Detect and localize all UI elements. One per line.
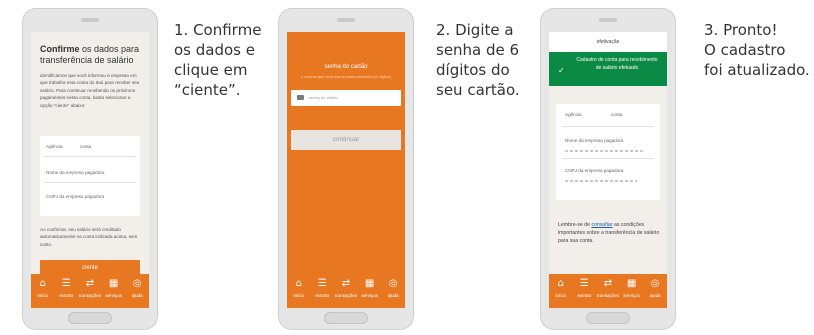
card-password-input[interactable]: senha do cartão — [291, 90, 401, 106]
divider — [562, 158, 654, 159]
tab-transacoes[interactable]: ⇄ transações — [597, 278, 619, 298]
step-2-caption: 2. Digite a senha de 6 dígitos do seu ca… — [436, 21, 520, 99]
phone-speaker — [337, 18, 355, 22]
tab-inicio[interactable]: ⌂ início — [550, 278, 572, 298]
home-icon: ⌂ — [295, 278, 302, 289]
success-screen: efetivação ✓ Cadastro de conta para rece… — [549, 32, 667, 308]
statement-icon: ☰ — [317, 278, 327, 289]
step-1-caption: 1. Confirme os dados e clique em “ciente… — [174, 21, 262, 99]
blurred-value — [565, 150, 645, 152]
phone-home-button — [324, 312, 368, 324]
transactions-icon: ⇄ — [603, 278, 613, 289]
tab-servicos[interactable]: ▦ serviços — [359, 278, 381, 298]
tab-inicio[interactable]: ⌂ início — [288, 278, 310, 298]
tab-extrato[interactable]: ☰ extrato — [573, 278, 595, 298]
success-banner-text: Cadastro de conta para recebimento de sa… — [576, 57, 658, 71]
tab-ajuda[interactable]: ◎ ajuda — [644, 278, 666, 298]
agencia-label: Agência — [565, 112, 582, 117]
password-title: senha do cartão — [324, 64, 368, 70]
account-details-card: Agência conta Nome da empresa pagadora C… — [556, 104, 660, 200]
agencia-label: Agência — [46, 144, 63, 149]
blurred-value — [565, 180, 637, 182]
phone-speaker — [599, 18, 617, 22]
phone-home-button — [586, 312, 630, 324]
tab-extrato[interactable]: ☰ extrato — [311, 278, 333, 298]
transactions-icon: ⇄ — [85, 278, 95, 289]
password-placeholder: senha do cartão — [309, 95, 338, 100]
tab-servicos[interactable]: ▦ serviços — [103, 278, 125, 298]
card-icon — [297, 95, 304, 100]
help-icon: ◎ — [650, 278, 660, 289]
cnpj-label: CNPJ da empresa pagadora — [46, 194, 105, 199]
tab-transacoes[interactable]: ⇄ transações — [335, 278, 357, 298]
step-3-caption: 3. Pronto! O cadastro foi atualizado. — [704, 21, 810, 79]
account-details-card: Agência conta Nome da empresa pagadora C… — [40, 136, 140, 216]
tab-extrato[interactable]: ☰ extrato — [55, 278, 77, 298]
continuar-button[interactable]: continuar — [291, 130, 401, 150]
help-icon: ◎ — [132, 278, 142, 289]
phone-step-1: Confirme os dados para transferência de … — [22, 8, 158, 330]
home-icon: ⌂ — [39, 278, 46, 289]
tab-ajuda[interactable]: ◎ ajuda — [382, 278, 404, 298]
password-screen: senha do cartão a mesma que você usa no … — [287, 32, 405, 308]
bottom-tabbar: ⌂ início ☰ extrato ⇄ transações ▦ serviços ◎… — [549, 274, 667, 308]
phone-step-3: efetivação ✓ Cadastro de conta para rece… — [540, 8, 676, 330]
consultar-link[interactable]: consultar — [591, 222, 612, 228]
conta-label: conta — [80, 144, 92, 149]
divider — [44, 156, 136, 157]
statement-icon: ☰ — [61, 278, 71, 289]
success-banner: ✓ Cadastro de conta para recebimento de … — [549, 52, 667, 86]
empresa-label: Nome da empresa pagadora — [46, 170, 105, 175]
info-text: Lembre-se de consultar as condições impo… — [558, 222, 660, 244]
check-icon: ✓ — [558, 66, 565, 75]
phone-home-button — [68, 312, 112, 324]
tab-inicio[interactable]: ⌂ início — [32, 278, 54, 298]
statement-icon: ☰ — [579, 278, 589, 289]
divider — [44, 182, 136, 183]
bottom-tabbar: ⌂ início ☰ extrato ⇄ transações ▦ serviços ◎… — [31, 274, 149, 308]
phone-step-2: senha do cartão a mesma que você usa no … — [278, 8, 414, 330]
confirm-intro-text: identificamos que você informou à empres… — [40, 73, 140, 108]
services-icon: ▦ — [364, 278, 375, 289]
confirm-screen: Confirme os dados para transferência de … — [31, 32, 149, 308]
home-icon: ⌂ — [557, 278, 564, 289]
services-icon: ▦ — [108, 278, 119, 289]
help-icon: ◎ — [388, 278, 398, 289]
empresa-label: Nome da empresa pagadora — [565, 138, 624, 143]
phone-speaker — [81, 18, 99, 22]
bottom-tabbar: ⌂ início ☰ extrato ⇄ transações ▦ serviços ◎… — [287, 274, 405, 308]
success-header: efetivação — [549, 32, 667, 52]
tab-ajuda[interactable]: ◎ ajuda — [126, 278, 148, 298]
divider — [562, 126, 654, 127]
tab-servicos[interactable]: ▦ serviços — [621, 278, 643, 298]
cnpj-label: CNPJ da empresa pagadora — [565, 168, 624, 173]
confirm-note-text: Ao confirmar, seu salário será creditado… — [40, 227, 138, 247]
services-icon: ▦ — [626, 278, 637, 289]
password-subtitle: a mesma que você usa no caixa eletrônico… — [301, 75, 391, 79]
tab-transacoes[interactable]: ⇄ transações — [79, 278, 101, 298]
conta-label: conta — [611, 112, 623, 117]
transactions-icon: ⇄ — [341, 278, 351, 289]
confirm-title: Confirme os dados para transferência de … — [40, 44, 140, 65]
